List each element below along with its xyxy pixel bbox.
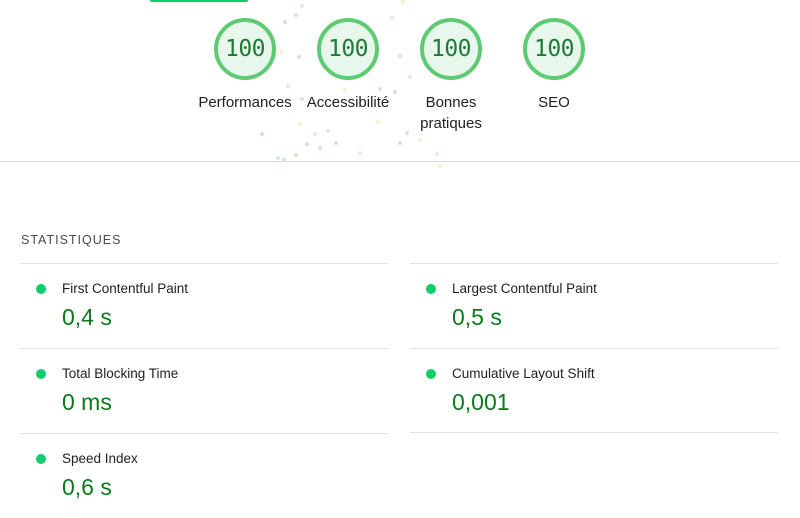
gauge-label: Performances bbox=[198, 94, 292, 111]
pass-indicator-icon bbox=[36, 284, 46, 294]
gauge-ring: 100 bbox=[214, 18, 276, 80]
metric-value: 0,001 bbox=[452, 389, 510, 415]
gauge-ring: 100 bbox=[317, 18, 379, 80]
gauge-seo[interactable]: 100 SEO bbox=[494, 18, 614, 113]
metric-first-contentful-paint: First Contentful Paint 0,4 s bbox=[20, 263, 388, 348]
metric-value: 0 ms bbox=[62, 389, 112, 415]
metric-label: Largest Contentful Paint bbox=[452, 281, 597, 296]
gauge-score: 100 bbox=[224, 36, 266, 62]
metrics-section-title: STATISTIQUES bbox=[21, 233, 122, 247]
gauge-best-practices[interactable]: 100 Bonnes pratiques bbox=[391, 18, 511, 134]
gauge-accessibility[interactable]: 100 Accessibilité bbox=[288, 18, 408, 113]
pass-indicator-icon bbox=[426, 284, 436, 294]
row-divider bbox=[410, 432, 778, 433]
metric-cumulative-layout-shift: Cumulative Layout Shift 0,001 bbox=[410, 348, 778, 433]
metric-largest-contentful-paint: Largest Contentful Paint 0,5 s bbox=[410, 263, 778, 348]
metric-value: 0,4 s bbox=[62, 304, 112, 330]
gauge-ring: 100 bbox=[523, 18, 585, 80]
metric-speed-index: Speed Index 0,6 s bbox=[20, 433, 388, 518]
metric-value: 0,6 s bbox=[62, 474, 112, 500]
pass-indicator-icon bbox=[36, 454, 46, 464]
category-gauges: 100 Performances 100 Accessibilité 100 B… bbox=[0, 0, 800, 162]
pass-indicator-icon bbox=[36, 369, 46, 379]
gauge-ring: 100 bbox=[420, 18, 482, 80]
metric-total-blocking-time: Total Blocking Time 0 ms bbox=[20, 348, 388, 433]
gauge-score: 100 bbox=[533, 36, 575, 62]
metric-label: Total Blocking Time bbox=[62, 366, 179, 381]
gauge-score: 100 bbox=[327, 36, 369, 62]
gauge-score: 100 bbox=[430, 36, 472, 62]
gauge-label: SEO bbox=[538, 94, 570, 111]
metric-value: 0,5 s bbox=[452, 304, 502, 330]
metric-label: First Contentful Paint bbox=[62, 281, 189, 296]
metric-label: Speed Index bbox=[62, 451, 138, 466]
gauge-performance[interactable]: 100 Performances bbox=[185, 18, 305, 113]
gauge-label: Accessibilité bbox=[306, 94, 390, 111]
metric-label: Cumulative Layout Shift bbox=[452, 366, 595, 381]
gauge-label: Bonnes pratiques bbox=[420, 94, 482, 132]
section-divider bbox=[0, 161, 800, 162]
pass-indicator-icon bbox=[426, 369, 436, 379]
